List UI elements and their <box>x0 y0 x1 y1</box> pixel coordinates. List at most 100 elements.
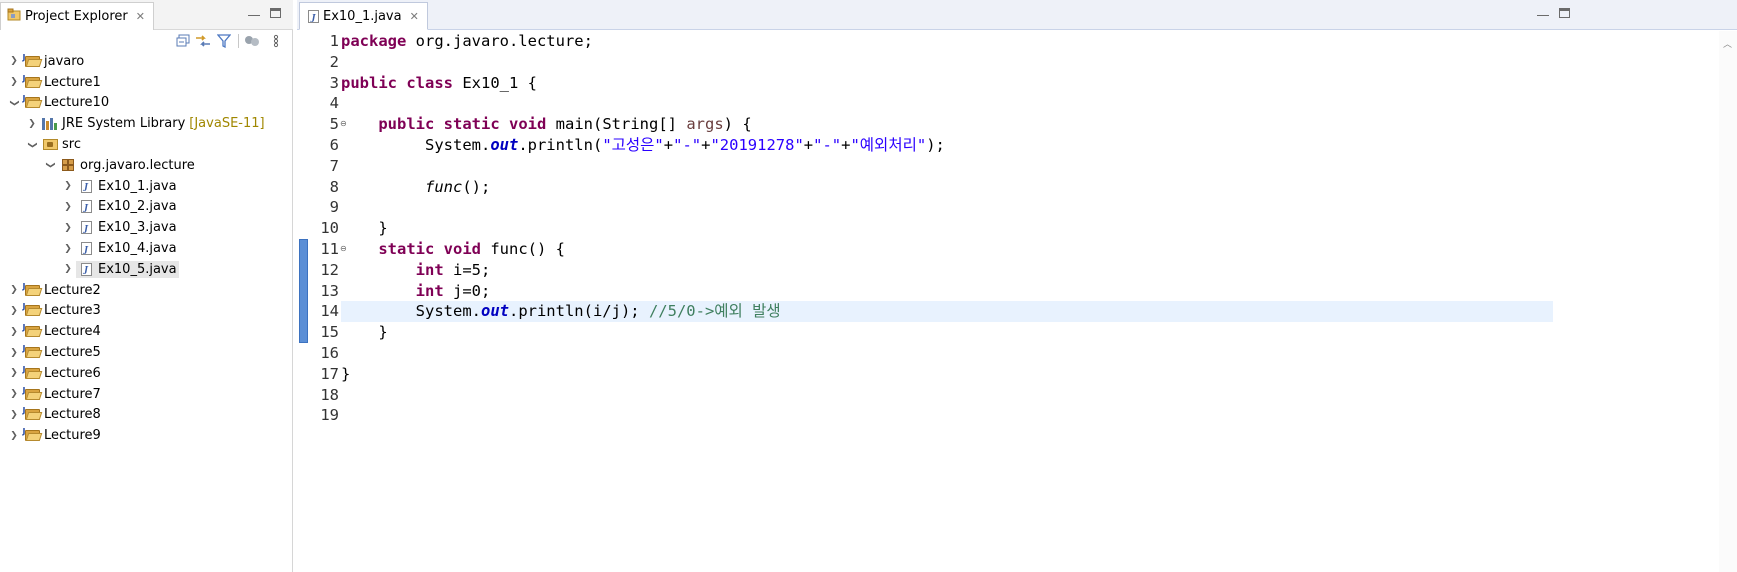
java-project-icon: J <box>23 427 42 443</box>
tree-item-lecture2[interactable]: ❯ J Lecture2 <box>0 280 293 301</box>
java-project-icon: J <box>23 365 42 380</box>
minimize-view-button[interactable] <box>248 6 260 16</box>
expand-arrow-icon[interactable]: ❯ <box>8 55 20 67</box>
link-with-editor-icon[interactable] <box>195 33 211 49</box>
collapse-arrow-icon[interactable]: ❯ <box>44 159 56 171</box>
toolbar-separator <box>237 33 239 49</box>
tree-item-lecture4[interactable]: ❯ J Lecture4 <box>0 321 293 342</box>
java-file-icon: J <box>78 179 94 193</box>
tree-item-lecture6[interactable]: ❯ J Lecture6 <box>0 363 293 384</box>
java-file-icon: J <box>78 221 94 235</box>
expand-arrow-icon[interactable]: ❯ <box>26 118 38 130</box>
tree-item-lecture8[interactable]: ❯ J Lecture8 <box>0 405 293 426</box>
expand-arrow-icon[interactable]: ❯ <box>62 201 74 213</box>
expand-arrow-icon[interactable]: ❯ <box>8 409 20 421</box>
collapse-ruler-icon[interactable]: ︿ <box>1723 37 1732 50</box>
tree-item-ex10-4[interactable]: ❯ J Ex10_4.java <box>0 238 293 259</box>
tree-item-src[interactable]: ❯ src <box>0 134 293 155</box>
expand-arrow-icon[interactable]: ❯ <box>8 326 20 338</box>
minimize-editor-button[interactable] <box>1537 6 1549 16</box>
code-line-17: } <box>341 364 1553 385</box>
tree-item-javaro[interactable]: ❯ J javaro <box>0 51 293 72</box>
java-project-icon: J <box>23 344 42 360</box>
tree-item-ex10-2[interactable]: ❯ J Ex10_2.java <box>0 197 293 218</box>
collapse-all-icon[interactable] <box>175 33 191 49</box>
filter-icon[interactable] <box>216 33 232 49</box>
tree-item-lecture9[interactable]: ❯ J Lecture9 <box>0 425 293 446</box>
expand-arrow-icon[interactable]: ❯ <box>62 263 74 275</box>
expand-arrow-icon[interactable]: ❯ <box>62 243 74 255</box>
maximize-editor-button[interactable] <box>1559 8 1570 18</box>
expand-arrow-icon[interactable]: ❯ <box>8 367 20 379</box>
expand-arrow-icon[interactable]: ❯ <box>62 180 74 192</box>
tree-item-lecture7[interactable]: ❯ J Lecture7 <box>0 384 293 405</box>
tree-item-lecture3[interactable]: ❯ J Lecture3 <box>0 301 293 322</box>
tree-item-label: Ex10_4.java <box>98 241 177 257</box>
working-sets-icon[interactable] <box>244 33 260 49</box>
line-number: 18 <box>320 385 339 404</box>
line-number: 5 <box>329 115 339 134</box>
project-explorer-tab[interactable]: Project Explorer ✕ <box>0 2 154 30</box>
expand-arrow-icon[interactable]: ❯ <box>8 347 20 359</box>
expand-arrow-icon[interactable]: ❯ <box>8 388 20 400</box>
collapse-arrow-icon[interactable]: ❯ <box>26 139 38 151</box>
close-icon[interactable]: ✕ <box>136 10 145 23</box>
collapse-arrow-icon[interactable]: ❯ <box>8 97 20 109</box>
code-line-6: System.out.println("고성은"+"-"+"20191278"+… <box>341 135 1553 156</box>
maximize-view-button[interactable] <box>270 8 281 18</box>
code-text: .println(i/j); <box>508 302 649 321</box>
tree-item-ex10-3[interactable]: ❯ J Ex10_3.java <box>0 217 293 238</box>
code-line-11: static void func() { <box>341 239 1553 260</box>
keyword: static <box>378 240 435 258</box>
expand-arrow-icon[interactable]: ❯ <box>8 430 20 442</box>
static-field: out <box>480 302 509 321</box>
tree-item-label: Lecture8 <box>44 407 101 423</box>
tree-item-package[interactable]: ❯ org.javaro.lecture <box>0 155 293 176</box>
code-text: } <box>341 219 388 238</box>
code-text: } <box>341 323 388 342</box>
tree-item-lecture10[interactable]: ❯ J Lecture10 <box>0 93 293 114</box>
code-line-15: } <box>341 322 1553 343</box>
keyword: void <box>509 115 547 134</box>
tree-item-label: JRE System Library <box>62 116 186 132</box>
line-number: 6 <box>329 136 339 154</box>
tree-item-lecture5[interactable]: ❯ J Lecture5 <box>0 342 293 363</box>
editor-tab-ex10-1[interactable]: J Ex10_1.java ✕ <box>299 2 428 30</box>
expand-arrow-icon[interactable]: ❯ <box>8 305 20 317</box>
operator: + <box>663 136 674 154</box>
tree-item-label: Lecture9 <box>44 428 101 444</box>
change-marker[interactable] <box>299 239 308 343</box>
view-menu-icon[interactable] <box>268 33 284 49</box>
line-number: 1 <box>329 32 339 50</box>
code-text: .println( <box>518 136 603 154</box>
line-number-ruler: 1 2 3 4 5 6 7 8 9 10 11 12 13 14 15 16 1… <box>309 31 346 572</box>
line-number: 3 <box>329 73 339 92</box>
code-text: } <box>341 364 351 383</box>
java-project-icon: J <box>23 53 42 68</box>
expand-arrow-icon[interactable]: ❯ <box>62 222 74 234</box>
tree-item-label: Ex10_5.java <box>98 261 177 277</box>
project-explorer-toolbar <box>0 30 293 52</box>
string-literal: "-" <box>813 136 842 154</box>
expand-arrow-icon[interactable]: ❯ <box>8 76 20 88</box>
keyword: package <box>341 32 407 50</box>
expand-arrow-icon[interactable]: ❯ <box>8 284 20 296</box>
code-text: org.javaro.lecture; <box>406 32 593 50</box>
tree-item-jre-library[interactable]: ❯ JRE System Library [JavaSE-11] <box>0 113 293 134</box>
tree-item-label: Lecture1 <box>44 74 101 90</box>
tree-item-ex10-1[interactable]: ❯ J Ex10_1.java <box>0 176 293 197</box>
code-area[interactable]: package org.javaro.lecture; public class… <box>341 31 1721 572</box>
comment: //5/0->예외 발생 <box>648 302 781 321</box>
tree-item-lecture1[interactable]: ❯ J Lecture1 <box>0 72 293 93</box>
close-icon[interactable]: ✕ <box>410 10 419 23</box>
line-number: 4 <box>329 94 339 113</box>
tree-item-label: Ex10_1.java <box>98 178 177 194</box>
editor-tab-label: Ex10_1.java <box>323 8 402 24</box>
keyword: class <box>406 73 454 92</box>
overview-ruler[interactable]: ︿ <box>1719 31 1737 572</box>
tree-item-ex10-5[interactable]: ❯ J Ex10_5.java <box>0 259 293 280</box>
